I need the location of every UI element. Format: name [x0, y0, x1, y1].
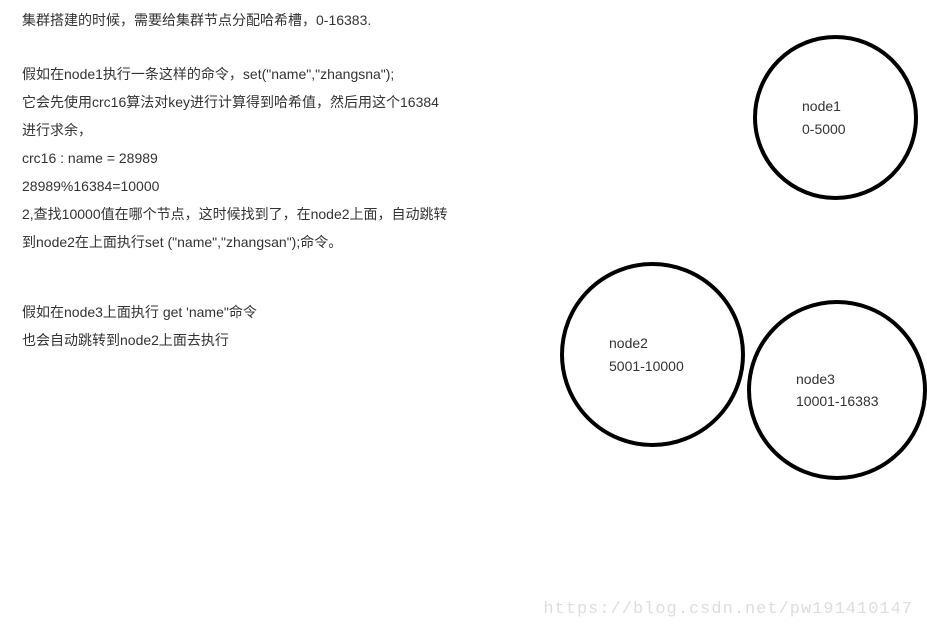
second-example-text-block: 假如在node3上面执行 get 'name"命令 也会自动跳转到node2上面…: [22, 298, 257, 354]
watermark-text: https://blog.csdn.net/pw191410147: [543, 600, 913, 619]
text-line: 进行求余，: [22, 116, 448, 144]
node1-range: 0-5000: [802, 118, 914, 140]
text-line: 28989%16384=10000: [22, 172, 448, 200]
text-line: 假如在node1执行一条这样的命令，set("name","zhangsna")…: [22, 60, 448, 88]
node1-circle: node1 0-5000: [753, 35, 918, 200]
text-line: crc16 : name = 28989: [22, 144, 448, 172]
node2-circle: node2 5001-10000: [560, 262, 745, 447]
text-line: 到node2在上面执行set ("name","zhangsan");命令。: [22, 228, 448, 256]
intro-text-block: 集群搭建的时候，需要给集群节点分配哈希槽，0-16383.: [22, 6, 371, 34]
node3-name: node3: [796, 368, 923, 390]
node1-name: node1: [802, 95, 914, 117]
node2-range: 5001-10000: [609, 355, 741, 377]
node2-name: node2: [609, 332, 741, 354]
explanation-text-block: 假如在node1执行一条这样的命令，set("name","zhangsna")…: [22, 60, 448, 256]
node3-circle: node3 10001-16383: [747, 300, 927, 480]
text-line: 也会自动跳转到node2上面去执行: [22, 326, 257, 354]
text-line: 集群搭建的时候，需要给集群节点分配哈希槽，0-16383.: [22, 6, 371, 34]
text-line: 它会先使用crc16算法对key进行计算得到哈希值，然后用这个16384: [22, 88, 448, 116]
node3-range: 10001-16383: [796, 390, 923, 412]
text-line: 2,查找10000值在哪个节点，这时候找到了，在node2上面，自动跳转: [22, 200, 448, 228]
text-line: 假如在node3上面执行 get 'name"命令: [22, 298, 257, 326]
